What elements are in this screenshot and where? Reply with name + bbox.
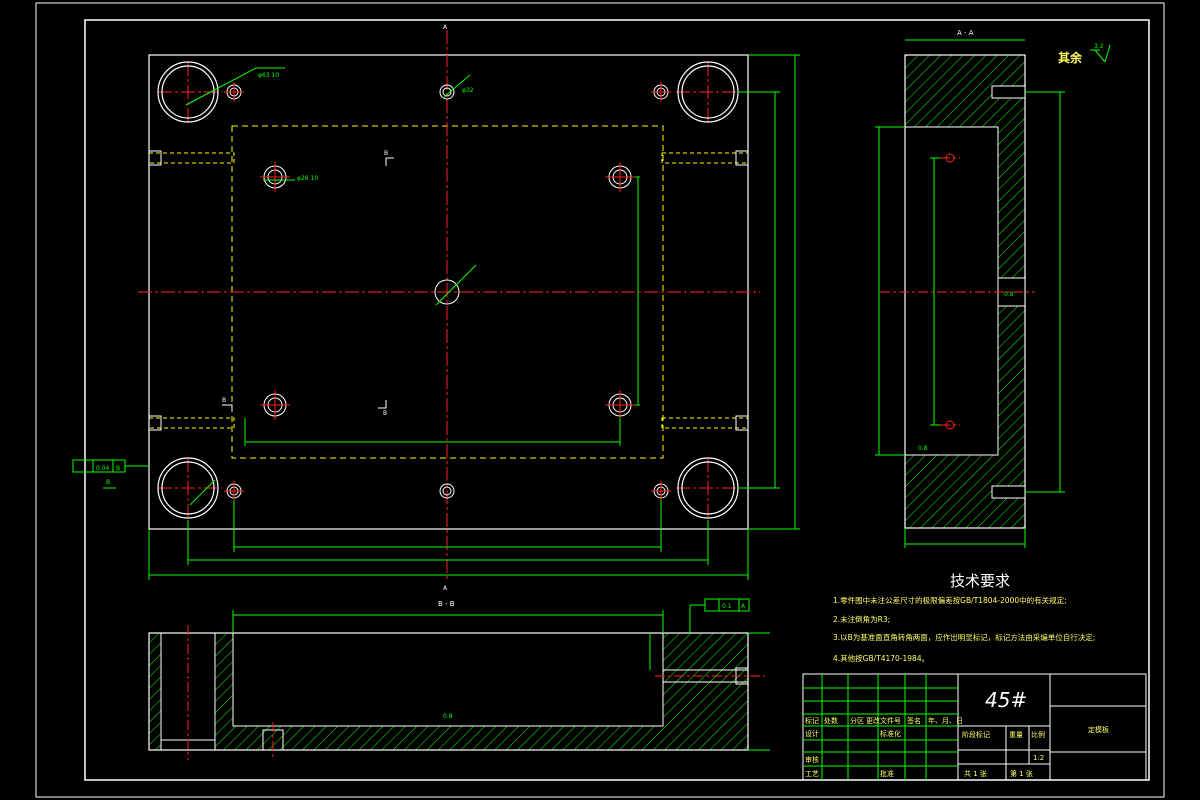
tech-requirement-2: 2.未注倒角为R3; <box>833 614 890 624</box>
section-letters: A A B B B <box>222 24 448 592</box>
roughness-b-b: 0.8 <box>443 713 453 720</box>
plan-view-centerlines <box>138 30 760 582</box>
tb-sheets-total: 共 1 张 <box>964 769 987 778</box>
datum-b-label: B <box>106 479 110 486</box>
side-hole-counterbores <box>148 150 749 431</box>
tb-sheet-no: 第 1 张 <box>1010 769 1033 778</box>
tb-process: 工艺 <box>805 770 819 778</box>
section-b-top: B <box>384 150 388 157</box>
tb-date: 年、月、日 <box>928 716 963 725</box>
section-b-bottom: B <box>383 410 387 417</box>
tb-stage-mark: 阶段标记 <box>962 730 990 739</box>
section-b-b-view: 0.1 A 0.8 B - B <box>148 598 770 760</box>
tech-requirement-1: 1.零件图中未注公差尺寸的极限偏差按GB/T1804-2000中的有关规定; <box>833 595 1067 605</box>
flatness-value: 0.04 <box>96 465 110 472</box>
tb-scale-label: 比例 <box>1031 730 1045 739</box>
roughness-a-a-bottom: 0.8 <box>918 445 928 452</box>
section-a-top: A <box>443 24 448 31</box>
guide-bush-holes <box>157 61 739 519</box>
plan-view: φ63 10 φ26 10 φ32 0.04 B B A A B B B <box>72 24 800 592</box>
cad-drawing-canvas: φ63 10 φ26 10 φ32 0.04 B B A A B B B A -… <box>35 2 1165 798</box>
tb-design: 设计 <box>805 729 819 738</box>
section-a-a-title: A - A <box>957 29 974 37</box>
roughness-a-a: 0.8 <box>1004 291 1014 298</box>
section-a-bottom: A <box>443 585 448 592</box>
tb-mark: 标记 <box>805 716 819 725</box>
callout-top-mid: φ32 <box>462 87 474 94</box>
plan-view-text: φ63 10 φ26 10 φ32 0.04 B B <box>96 72 474 486</box>
tb-weight: 重量 <box>1009 731 1023 739</box>
tb-count: 处数 <box>824 716 838 725</box>
tech-requirements-title: 技术要求 <box>950 572 1010 590</box>
section-a-a-view: A - A 0.8 0.8 3.2 其余 <box>875 29 1111 548</box>
parallel-value: 0.1 <box>722 603 732 610</box>
other-surfaces-label: 其余 <box>1058 50 1083 65</box>
flatness-datum: B <box>116 465 120 472</box>
tech-requirements: 技术要求 1.零件图中未注公差尺寸的极限偏差按GB/T1804-2000中的有关… <box>833 572 1095 663</box>
roughness-symbol-value: 3.2 <box>1094 43 1104 50</box>
callout-top-left: φ63 10 <box>258 72 279 79</box>
tb-review: 审核 <box>805 755 819 764</box>
tb-signature: 签名 <box>907 716 921 725</box>
section-b-left: B <box>222 397 226 404</box>
tb-part-name: 定模板 <box>1088 725 1109 734</box>
section-marks <box>222 157 394 412</box>
tb-change-doc: 更改文件号 <box>866 716 901 725</box>
tb-approve: 批准 <box>880 769 894 778</box>
tb-zone: 分区 <box>850 716 864 725</box>
tech-requirement-4: 4.其他按GB/T4170-1984。 <box>833 653 929 663</box>
tech-requirement-3: 3.以B为基准面直角转角两面，应作出明显标记，标记方法由采编单位自行决定; <box>833 632 1095 642</box>
section-b-b-title: B - B <box>438 600 455 608</box>
tb-scale-value: 1:2 <box>1033 754 1044 762</box>
plan-view-dimensions <box>148 54 800 580</box>
tb-standardize: 标准化 <box>880 729 901 738</box>
parallel-datum: A <box>741 603 746 610</box>
callout-center-hole: φ26 10 <box>297 175 318 182</box>
tb-material: 45# <box>985 688 1027 712</box>
title-block: 标记 处数 分区 更改文件号 签名 年、月、日 设计 标准化 审核 工艺 批准 … <box>802 673 1147 781</box>
side-tapped-holes <box>148 152 749 429</box>
